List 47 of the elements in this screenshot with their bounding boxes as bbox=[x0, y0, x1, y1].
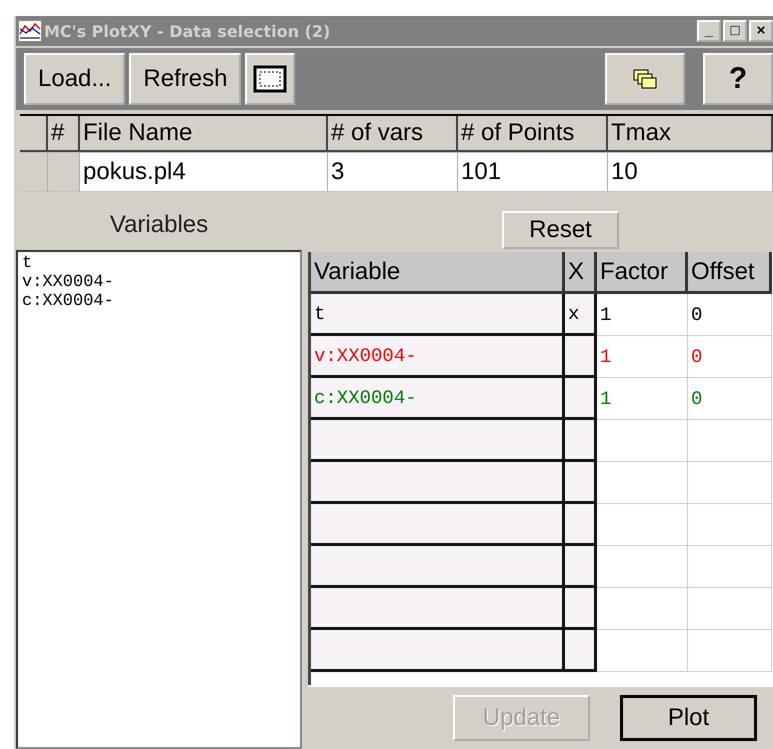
section-label: Variables bbox=[108, 210, 210, 240]
help-button[interactable]: ? bbox=[703, 53, 773, 105]
table-cell bbox=[565, 420, 597, 462]
table-cell bbox=[565, 378, 597, 420]
maximize-button[interactable]: □ bbox=[723, 20, 747, 42]
column-header: Variable bbox=[311, 252, 565, 294]
list-item[interactable]: c:XX0004- bbox=[22, 292, 296, 311]
table-cell bbox=[565, 546, 597, 588]
toolbar-button[interactable]: Load... bbox=[24, 53, 126, 105]
frame-icon bbox=[253, 65, 288, 93]
reset-button[interactable]: Reset bbox=[502, 211, 619, 249]
action-button[interactable]: Plot bbox=[620, 695, 757, 741]
column-header: X bbox=[565, 252, 597, 294]
table-cell: c:XX0004- bbox=[311, 378, 565, 420]
table-cell: 1 bbox=[597, 378, 688, 420]
table-cell bbox=[565, 336, 597, 378]
table-cell: 0 bbox=[688, 294, 772, 336]
table-cell: 1 bbox=[597, 294, 688, 336]
table-cell: 0 bbox=[688, 336, 772, 378]
table-cell: x bbox=[565, 294, 597, 336]
column-header: Tmax bbox=[608, 116, 773, 152]
column-header: # of Points bbox=[458, 116, 608, 152]
close-button[interactable]: × bbox=[749, 20, 773, 42]
window-title: MC's PlotXY - Data selection (2) bbox=[44, 22, 332, 40]
table-cell: t bbox=[311, 294, 565, 336]
column-header: File Name bbox=[80, 116, 328, 152]
table-cell bbox=[565, 630, 597, 672]
table-cell: 3 bbox=[328, 153, 458, 191]
folders-icon bbox=[631, 67, 659, 91]
column-header: Factor bbox=[597, 252, 688, 294]
toolbar-button[interactable]: Refresh bbox=[129, 53, 242, 105]
column-header: Offset bbox=[688, 252, 772, 294]
list-item[interactable]: t bbox=[22, 254, 296, 273]
minimize-button[interactable]: _ bbox=[697, 20, 721, 42]
table-cell: pokus.pl4 bbox=[80, 153, 328, 191]
table-cell: 101 bbox=[458, 153, 608, 191]
table-cell: 10 bbox=[608, 153, 773, 191]
table-cell bbox=[565, 462, 597, 504]
frame-button[interactable] bbox=[245, 53, 296, 105]
list-item[interactable]: v:XX0004- bbox=[22, 273, 296, 292]
column-header: # of vars bbox=[328, 116, 458, 152]
table-cell: 1 bbox=[597, 336, 688, 378]
table-cell bbox=[565, 588, 597, 630]
folders-button[interactable] bbox=[605, 53, 685, 105]
table-cell bbox=[565, 504, 597, 546]
table-cell: 0 bbox=[688, 378, 772, 420]
table-cell: v:XX0004- bbox=[311, 336, 565, 378]
